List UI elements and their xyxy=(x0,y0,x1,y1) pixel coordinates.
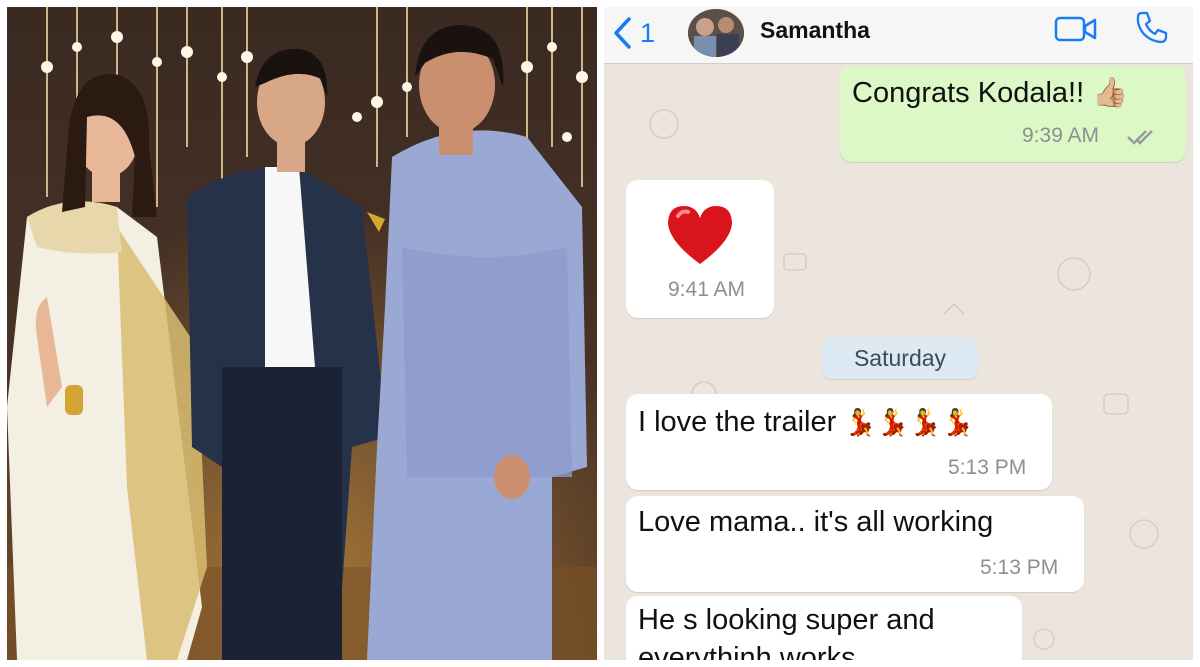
contact-name[interactable]: Samantha xyxy=(760,17,870,44)
phone-icon xyxy=(1136,11,1168,44)
message-bubble-outgoing[interactable]: Congrats Kodala!! 👍🏼 9:39 AM xyxy=(840,66,1186,162)
video-call-icon xyxy=(1054,16,1097,42)
message-time: 5:13 PM xyxy=(948,456,1027,479)
video-call-button[interactable] xyxy=(1054,15,1098,48)
message-text: Love mama.. it's all working xyxy=(638,506,994,538)
thumbs-up-emoji-icon: 👍🏼 xyxy=(1092,77,1129,109)
message-list[interactable]: Congrats Kodala!! 👍🏼 9:39 AM 9:41 AM Sat… xyxy=(604,64,1193,660)
message-text-line-2: everythinh works xyxy=(638,642,856,660)
chat-header: 1 Samantha xyxy=(604,7,1193,64)
date-divider: Saturday xyxy=(822,337,978,379)
photo-illustration xyxy=(7,7,597,660)
engagement-photo xyxy=(7,7,597,660)
whatsapp-chat-screenshot: 1 Samantha Congrats Kodala!! 👍🏼 9:39 AM … xyxy=(604,7,1193,660)
dancer-emoji-icon: 💃💃💃💃 xyxy=(844,407,974,437)
message-bubble-incoming[interactable]: I love the trailer 💃💃💃💃 5:13 PM xyxy=(626,394,1052,490)
double-check-icon xyxy=(1127,130,1153,145)
chevron-left-icon xyxy=(614,17,631,49)
unread-count: 1 xyxy=(640,17,656,48)
avatar[interactable] xyxy=(688,9,744,57)
message-text: Congrats Kodala!! xyxy=(852,77,1085,109)
red-heart-emoji-icon xyxy=(668,206,732,264)
message-bubble-incoming[interactable]: He s looking super and everythinh works xyxy=(626,596,1022,660)
message-time: 9:39 AM xyxy=(1022,124,1100,147)
back-button[interactable]: 1 xyxy=(612,13,655,53)
message-bubble-incoming[interactable]: Love mama.. it's all working 5:13 PM xyxy=(626,496,1084,592)
message-time: 9:41 AM xyxy=(668,278,746,301)
message-bubble-incoming[interactable]: 9:41 AM xyxy=(626,180,774,318)
message-text: I love the trailer xyxy=(638,406,837,438)
message-time: 5:13 PM xyxy=(980,556,1059,579)
avatar-image xyxy=(688,9,744,57)
voice-call-button[interactable] xyxy=(1132,7,1172,52)
message-text-line-1: He s looking super and xyxy=(638,604,935,636)
